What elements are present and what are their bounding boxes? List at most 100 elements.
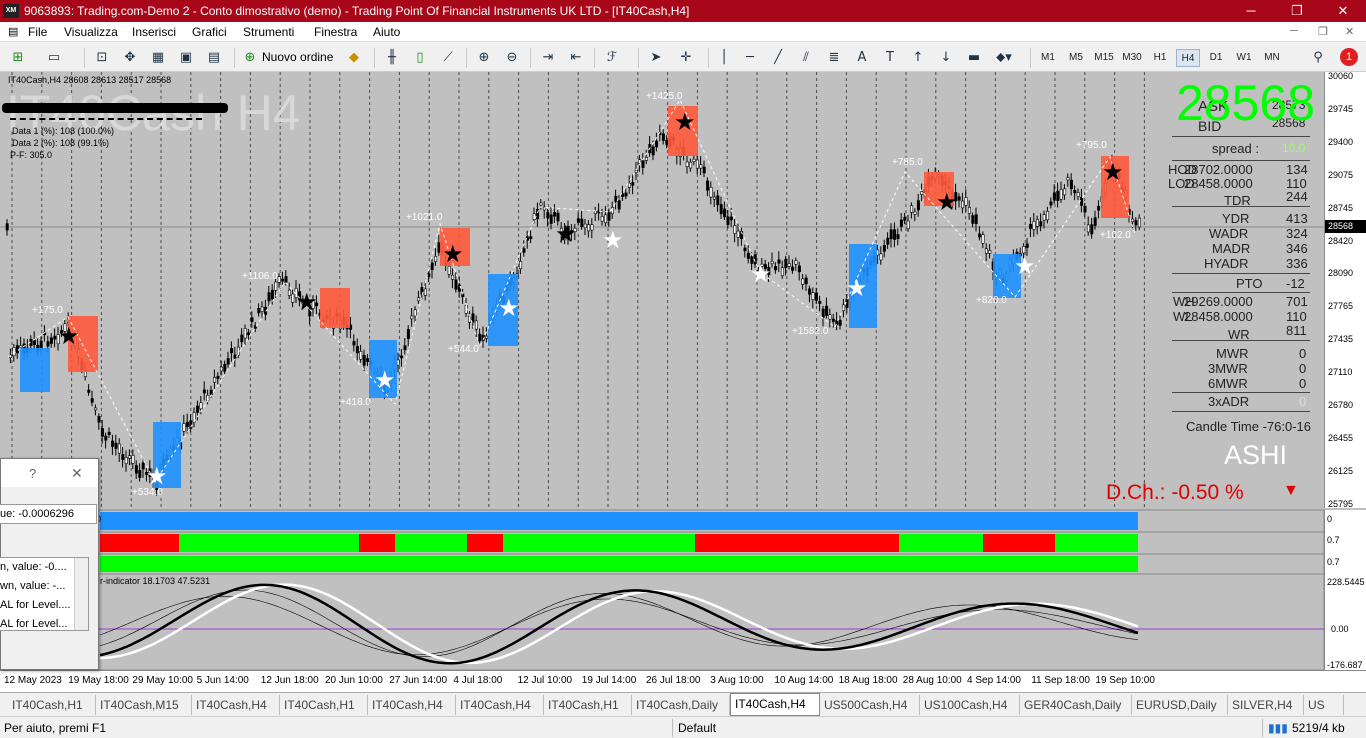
price-tick: 28420	[1328, 235, 1354, 246]
time-tick: 10 Aug 14:00	[774, 675, 834, 686]
candle-body	[362, 355, 366, 366]
tf-w1[interactable]: W1	[1232, 49, 1256, 67]
text-icon[interactable]: A	[852, 48, 872, 68]
line-chart-icon[interactable]: ⟋	[438, 48, 458, 68]
chart-shift-icon[interactable]: ⇥	[538, 48, 558, 68]
dialog-close-button[interactable]: ✕	[71, 465, 83, 482]
tf-h1[interactable]: H1	[1148, 49, 1172, 67]
indicator-dialog[interactable]: ? ✕ ue: -0.0006296 n, value: -0.... wn, …	[0, 458, 99, 670]
chart-canvas[interactable]: +175.0+534.0+1106.0+418.0+1021.0+544.0+1…	[0, 72, 1366, 692]
chart-tab[interactable]: IT40Cash,H1	[544, 695, 632, 715]
menu-file[interactable]: File	[28, 25, 47, 39]
tf-m30[interactable]: M30	[1120, 49, 1144, 67]
search-icon[interactable]: ⚲	[1308, 48, 1328, 68]
madr-label: MADR	[1212, 241, 1251, 256]
vertical-line-icon[interactable]: │	[714, 48, 734, 68]
chart-tab[interactable]: IT40Cash,H1	[280, 695, 368, 715]
connection-icon: ▮▮▮	[1268, 721, 1288, 735]
new-chart-icon[interactable]: ⊞	[8, 48, 28, 68]
zoom-in-icon[interactable]: ⊕	[474, 48, 494, 68]
text-label-icon[interactable]: T	[880, 48, 900, 68]
navigator-icon[interactable]: ✥	[120, 48, 140, 68]
terminal-icon[interactable]: ▣	[176, 48, 196, 68]
menu-strumenti[interactable]: Strumenti	[243, 25, 294, 39]
candle-body	[746, 252, 750, 259]
dialog-list[interactable]: n, value: -0.... wn, value: -... AL for …	[0, 557, 89, 631]
menu-aiuto[interactable]: Aiuto	[373, 25, 400, 39]
info-line-3: P-F: 305.0	[10, 150, 53, 160]
menu-inserisci[interactable]: Inserisci	[132, 25, 176, 39]
list-item[interactable]: wn, value: -...	[0, 580, 65, 592]
close-button[interactable]: ✕	[1320, 0, 1366, 22]
candle-body	[729, 216, 733, 221]
chart-tab[interactable]: IT40Cash,H4	[192, 695, 280, 715]
candle-body	[661, 133, 665, 141]
chart-window[interactable]: +175.0 +534.0 +1106.0 +418.0 +1021.0 +544.0 +1…	[0, 71, 1366, 692]
tdr-value: 244	[1286, 189, 1308, 204]
channel-icon[interactable]: ⫽	[796, 48, 816, 68]
new-order-icon[interactable]: ⊕	[240, 48, 260, 68]
tf-h4[interactable]: H4	[1176, 49, 1200, 67]
candle-body	[709, 187, 713, 198]
autoscroll-icon[interactable]: ⇤	[566, 48, 586, 68]
chart-tab[interactable]: GER40Cash,Daily	[1020, 695, 1132, 715]
data-window-icon[interactable]: ▦	[148, 48, 168, 68]
menu-grafici[interactable]: Grafici	[192, 25, 227, 39]
menu-finestra[interactable]: Finestra	[314, 25, 357, 39]
new-order-button[interactable]: Nuovo ordine	[262, 50, 333, 64]
time-axis[interactable]: 12 May 2023 19 May 18:00 29 May 10:00 5 Jun…	[0, 670, 1366, 692]
market-watch-icon[interactable]: ⊡	[92, 48, 112, 68]
minimize-button[interactable]: ─	[1228, 0, 1274, 22]
tf-mn[interactable]: MN	[1260, 49, 1284, 67]
chart-tab[interactable]: IT40Cash,H4	[730, 693, 820, 716]
tester-icon[interactable]: ▤	[204, 48, 224, 68]
list-item[interactable]: AL for Level....	[0, 599, 71, 611]
doc-icon[interactable]: ▤	[8, 25, 18, 38]
tf-m1[interactable]: M1	[1036, 49, 1060, 67]
chart-tab[interactable]: US100Cash,H4	[920, 695, 1020, 715]
star-signal-icon: ★	[374, 366, 396, 394]
restore-button[interactable]: ❐	[1274, 0, 1320, 22]
list-scrollbar[interactable]	[74, 558, 88, 630]
chart-tab[interactable]: IT40Cash,H1	[8, 695, 96, 715]
fibonacci-icon[interactable]: ≣	[824, 48, 844, 68]
indicators-icon[interactable]: ℱ	[602, 48, 622, 68]
zoom-out-icon[interactable]: ⊖	[502, 48, 522, 68]
chart-tab[interactable]: EURUSD,Daily	[1132, 695, 1228, 715]
chart-tab[interactable]: IT40Cash,M15	[96, 695, 192, 715]
strip-segment	[467, 534, 503, 552]
arrow-up-icon[interactable]: ↑	[908, 48, 928, 68]
horizontal-line-icon[interactable]: ─	[740, 48, 760, 68]
rectangle-icon[interactable]: ▬	[964, 48, 984, 68]
tf-m5[interactable]: M5	[1064, 49, 1088, 67]
chart-tab[interactable]: US	[1304, 695, 1344, 715]
chart-tab[interactable]: IT40Cash,H4	[456, 695, 544, 715]
list-item[interactable]: AL for Level...	[0, 618, 67, 630]
arrow-down-icon[interactable]: ↓	[936, 48, 956, 68]
chart-tab[interactable]: IT40Cash,Daily	[632, 695, 730, 715]
bar-chart-icon[interactable]: ╫	[382, 48, 402, 68]
autotrading-icon[interactable]: ◆	[344, 48, 364, 68]
crosshair-icon[interactable]: ✛	[676, 48, 696, 68]
chart-tab[interactable]: US500Cash,H4	[820, 695, 920, 715]
menu-visualizza[interactable]: Visualizza	[64, 25, 118, 39]
status-profile: Default	[678, 721, 717, 735]
cursor-icon[interactable]: ➤	[646, 48, 666, 68]
trendline-icon[interactable]: ╱	[768, 48, 788, 68]
notifications-badge[interactable]: 1	[1340, 48, 1358, 66]
candle-body	[243, 328, 247, 339]
chart-tab[interactable]: IT40Cash,H4	[368, 695, 456, 715]
price-tick: 27435	[1328, 334, 1354, 345]
list-item[interactable]: n, value: -0....	[0, 561, 67, 573]
profiles-icon[interactable]: ▭	[44, 48, 64, 68]
chart-tab[interactable]: SILVER,H4	[1228, 695, 1304, 715]
dialog-value-field[interactable]: ue: -0.0006296	[0, 508, 74, 520]
candle-body	[1052, 192, 1056, 201]
candle-chart-icon[interactable]: ▯	[410, 48, 430, 68]
dialog-help-button[interactable]: ?	[29, 466, 36, 481]
mwr6-value: 0	[1299, 376, 1307, 391]
tf-m15[interactable]: M15	[1092, 49, 1116, 67]
shapes-dropdown-icon[interactable]: ⬥▾	[994, 48, 1014, 68]
tf-d1[interactable]: D1	[1204, 49, 1228, 67]
price-scale[interactable]: 30060 29745 29400 29075 28745 28420 28090 27765…	[1324, 71, 1366, 509]
